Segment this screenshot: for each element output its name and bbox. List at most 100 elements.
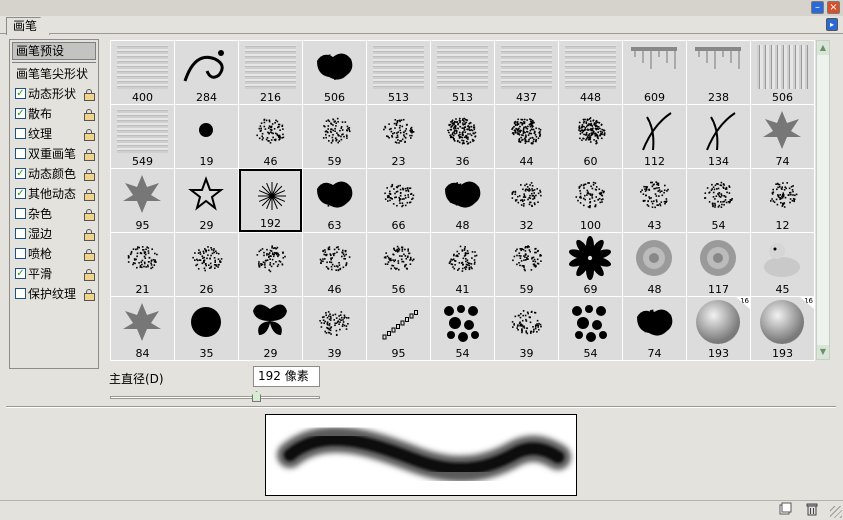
- checkbox[interactable]: ✓: [15, 88, 26, 99]
- brush-preset-cell[interactable]: 29: [174, 168, 239, 233]
- checkbox[interactable]: ✓: [15, 108, 26, 119]
- brush-preset-cell[interactable]: 54: [430, 296, 495, 361]
- lock-icon[interactable]: [84, 269, 95, 281]
- brush-preset-cell[interactable]: 32: [494, 168, 559, 233]
- brush-preset-cell[interactable]: 95: [110, 168, 175, 233]
- brush-preset-cell[interactable]: 60: [558, 104, 623, 169]
- brush-preset-cell[interactable]: 63: [302, 168, 367, 233]
- brush-preset-cell[interactable]: 95: [366, 296, 431, 361]
- brush-preset-cell[interactable]: 69: [558, 232, 623, 297]
- checkbox[interactable]: [15, 128, 26, 139]
- brush-preset-cell[interactable]: 437: [494, 40, 559, 105]
- brush-preset-cell[interactable]: 35: [174, 296, 239, 361]
- brush-preset-cell[interactable]: 549: [110, 104, 175, 169]
- brush-preset-cell[interactable]: 100: [558, 168, 623, 233]
- brush-preset-cell[interactable]: 74: [750, 104, 815, 169]
- sidebar-item-3[interactable]: 纹理: [13, 125, 97, 143]
- brush-preset-cell[interactable]: 46: [238, 104, 303, 169]
- brush-preset-cell[interactable]: 134: [686, 104, 751, 169]
- vertical-scrollbar[interactable]: ▲ ▼: [816, 40, 830, 360]
- brush-preset-cell[interactable]: 284: [174, 40, 239, 105]
- master-diameter-slider[interactable]: [110, 396, 320, 399]
- slider-thumb[interactable]: [252, 391, 261, 402]
- checkbox[interactable]: ✓: [15, 168, 26, 179]
- brush-preset-cell[interactable]: 21: [110, 232, 175, 297]
- brush-preset-cell[interactable]: 66: [366, 168, 431, 233]
- brush-preset-cell[interactable]: 23: [366, 104, 431, 169]
- brush-preset-cell[interactable]: 59: [494, 232, 559, 297]
- brush-preset-cell[interactable]: 448: [558, 40, 623, 105]
- brush-preset-cell[interactable]: 117: [686, 232, 751, 297]
- brush-preset-cell[interactable]: 19: [174, 104, 239, 169]
- master-diameter-input[interactable]: 192 像素: [253, 366, 320, 387]
- sidebar-item-5[interactable]: ✓ 动态颜色: [13, 165, 97, 183]
- sidebar-item-2[interactable]: ✓ 散布: [13, 105, 97, 123]
- lock-icon[interactable]: [84, 209, 95, 221]
- sidebar-item-8[interactable]: 湿边: [13, 225, 97, 243]
- brush-preset-cell[interactable]: 192: [238, 168, 303, 233]
- brush-preset-cell[interactable]: 33: [238, 232, 303, 297]
- lock-icon[interactable]: [84, 289, 95, 301]
- sidebar-item-11[interactable]: 保护纹理: [13, 285, 97, 303]
- brush-preset-cell[interactable]: 609: [622, 40, 687, 105]
- brush-preset-cell[interactable]: 12: [750, 168, 815, 233]
- brush-preset-cell[interactable]: 59: [302, 104, 367, 169]
- brush-preset-cell[interactable]: 513: [430, 40, 495, 105]
- brush-preset-cell[interactable]: 74: [622, 296, 687, 361]
- checkbox[interactable]: [15, 288, 26, 299]
- resize-grip[interactable]: [830, 506, 842, 518]
- brush-preset-cell[interactable]: 54: [686, 168, 751, 233]
- trash-icon[interactable]: [805, 502, 819, 516]
- brush-preset-cell[interactable]: 506: [750, 40, 815, 105]
- lock-icon[interactable]: [84, 89, 95, 101]
- brush-preset-cell[interactable]: 400: [110, 40, 175, 105]
- lock-icon[interactable]: [84, 149, 95, 161]
- scroll-up-icon[interactable]: ▲: [817, 41, 829, 55]
- brush-preset-cell[interactable]: 112: [622, 104, 687, 169]
- brush-preset-cell[interactable]: 16 193: [686, 296, 751, 361]
- brush-preset-cell[interactable]: 29: [238, 296, 303, 361]
- lock-icon[interactable]: [84, 169, 95, 181]
- brush-preset-cell[interactable]: 506: [302, 40, 367, 105]
- brush-preset-cell[interactable]: 84: [110, 296, 175, 361]
- new-brush-icon[interactable]: [778, 502, 792, 516]
- sidebar-item-9[interactable]: 喷枪: [13, 245, 97, 263]
- panel-menu-icon[interactable]: ▸: [826, 18, 838, 31]
- sidebar-item-brush-presets[interactable]: 画笔预设: [12, 42, 96, 60]
- minimize-icon[interactable]: –: [811, 1, 824, 14]
- sidebar-item-10[interactable]: ✓ 平滑: [13, 265, 97, 283]
- sidebar-item-6[interactable]: ✓ 其他动态: [13, 185, 97, 203]
- brush-preset-cell[interactable]: 39: [302, 296, 367, 361]
- brush-preset-cell[interactable]: 43: [622, 168, 687, 233]
- brush-preset-cell[interactable]: 39: [494, 296, 559, 361]
- lock-icon[interactable]: [84, 189, 95, 201]
- checkbox[interactable]: ✓: [15, 268, 26, 279]
- brush-preset-cell[interactable]: 41: [430, 232, 495, 297]
- brush-preset-cell[interactable]: 46: [302, 232, 367, 297]
- checkbox[interactable]: [15, 208, 26, 219]
- lock-icon[interactable]: [84, 249, 95, 261]
- sidebar-item-7[interactable]: 杂色: [13, 205, 97, 223]
- scroll-down-icon[interactable]: ▼: [817, 345, 829, 359]
- lock-icon[interactable]: [84, 229, 95, 241]
- brush-preset-cell[interactable]: 56: [366, 232, 431, 297]
- brush-preset-cell[interactable]: 44: [494, 104, 559, 169]
- checkbox[interactable]: [15, 148, 26, 159]
- brush-preset-cell[interactable]: 48: [622, 232, 687, 297]
- lock-icon[interactable]: [84, 109, 95, 121]
- sidebar-item-0[interactable]: 画笔笔尖形状: [13, 65, 97, 83]
- checkbox[interactable]: [15, 228, 26, 239]
- brush-preset-cell[interactable]: 513: [366, 40, 431, 105]
- close-icon[interactable]: ×: [827, 1, 840, 14]
- checkbox[interactable]: [15, 248, 26, 259]
- brush-preset-cell[interactable]: 48: [430, 168, 495, 233]
- brush-preset-cell[interactable]: 216: [238, 40, 303, 105]
- brush-preset-cell[interactable]: 16 193: [750, 296, 815, 361]
- lock-icon[interactable]: [84, 129, 95, 141]
- brush-preset-cell[interactable]: 238: [686, 40, 751, 105]
- sidebar-item-4[interactable]: 双重画笔: [13, 145, 97, 163]
- brush-preset-cell[interactable]: 54: [558, 296, 623, 361]
- brush-preset-cell[interactable]: 26: [174, 232, 239, 297]
- checkbox[interactable]: ✓: [15, 188, 26, 199]
- brush-preset-cell[interactable]: 45: [750, 232, 815, 297]
